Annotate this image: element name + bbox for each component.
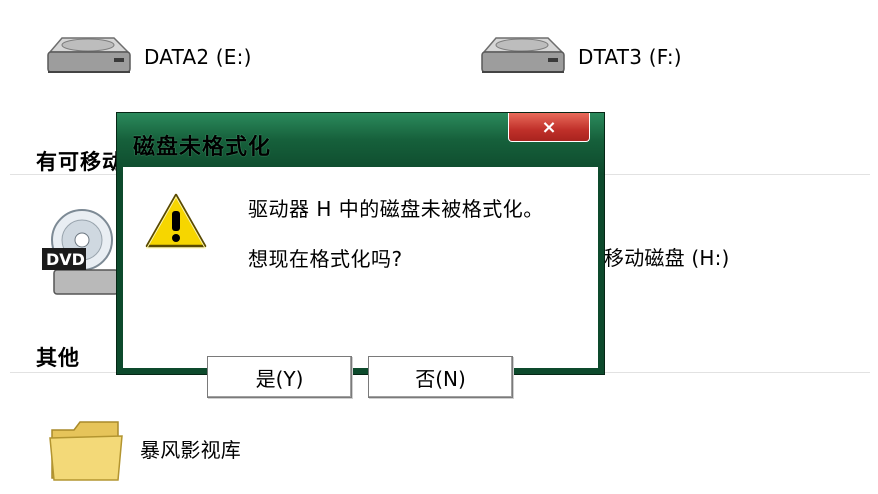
folder-item[interactable]: 暴风影视库	[46, 414, 241, 486]
hard-drive-icon	[481, 37, 565, 73]
dvd-drive[interactable]: DVD	[42, 204, 122, 300]
warning-icon	[145, 193, 207, 249]
folder-icon	[49, 421, 123, 481]
close-button[interactable]: ×	[508, 113, 590, 142]
dialog-titlebar[interactable]: 磁盘未格式化 ×	[117, 113, 604, 173]
hard-drive-icon	[47, 37, 131, 73]
dvd-badge: DVD	[46, 250, 85, 269]
other-section-title: 其他	[36, 346, 80, 370]
drive-f[interactable]: DTAT3 (F:)	[474, 30, 682, 84]
removable-section-title: 有可移动	[36, 150, 124, 174]
dialog-title: 磁盘未格式化	[133, 135, 272, 160]
no-button[interactable]: 否(N)	[368, 356, 513, 398]
drive-f-label: DTAT3 (F:)	[578, 45, 682, 69]
folder-label: 暴风影视库	[140, 437, 241, 462]
drive-e[interactable]: DATA2 (E:)	[40, 30, 252, 84]
drive-e-label: DATA2 (E:)	[144, 45, 252, 69]
format-dialog: 磁盘未格式化 × 驱动器 H 中的磁盘未被格式化。 想现在格式化吗? 是(Y) …	[116, 112, 605, 398]
dialog-message-line1: 驱动器 H 中的磁盘未被格式化。	[248, 197, 544, 221]
dialog-body: 驱动器 H 中的磁盘未被格式化。 想现在格式化吗? 是(Y) 否(N)	[123, 167, 598, 398]
close-icon: ×	[541, 116, 557, 138]
yes-button[interactable]: 是(Y)	[207, 356, 352, 398]
dialog-message-line2: 想现在格式化吗?	[248, 247, 403, 271]
removable-drive-label[interactable]: 移动磁盘 (H:)	[604, 242, 730, 271]
